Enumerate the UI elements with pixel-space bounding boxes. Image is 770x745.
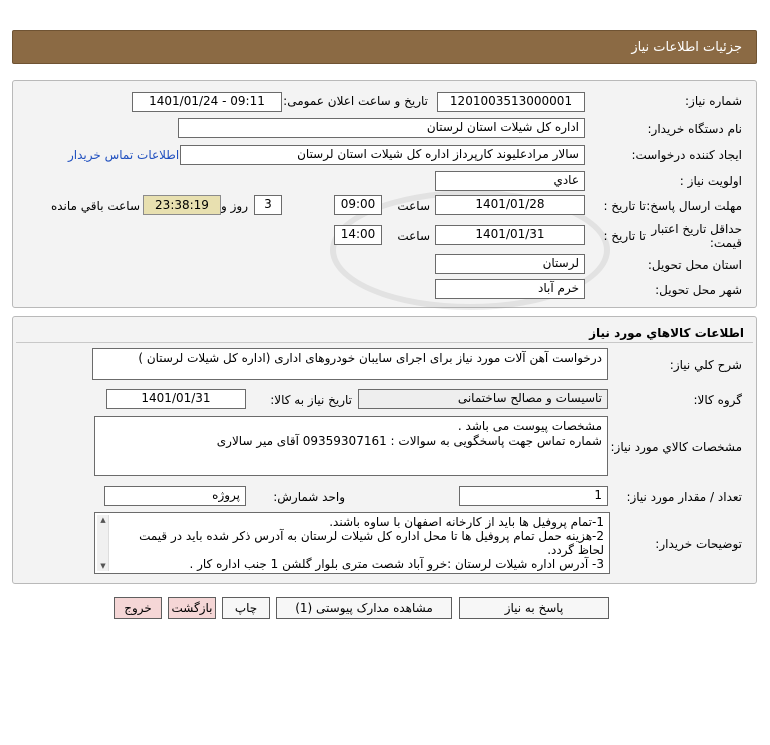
creator-field: سالار مرادعلیوند کارپرداز اداره کل شیلات… [180, 145, 585, 165]
print-button[interactable]: چاپ [222, 597, 270, 619]
days-field: 3 [254, 195, 282, 215]
reply-deadline-label: مهلت ارسال پاسخ: [646, 199, 742, 213]
announce-field: 1401/01/24 - 09:11 [132, 92, 282, 112]
validity-time-label: ساعت [397, 229, 430, 243]
price-validity-label: حداقل تاریخ اعتبار [651, 222, 742, 236]
city-label: شهر محل تحویل: [655, 283, 742, 297]
reply-time-field: 09:00 [334, 195, 382, 215]
quantity-field: 1 [459, 486, 608, 506]
summary-field: درخواست آهن آلات مورد نیاز برای اجرای سا… [92, 348, 608, 380]
priority-label: اولویت نیاز : [679, 174, 742, 188]
goods-section-title: اطلاعات کالاهاي مورد نياز [589, 326, 744, 340]
buyer-field: اداره کل شیلات استان لرستان [178, 118, 585, 138]
remaining-label: ساعت باقي مانده [50, 199, 140, 213]
notes-label: توضیحات خریدار: [655, 537, 742, 551]
specs-field: مشخصات پیوست می باشد . شماره تماس جهت پا… [94, 416, 608, 476]
scroll-down-icon[interactable]: ▼ [98, 561, 108, 571]
notes-scrollbar[interactable]: ▲ ▼ [97, 515, 109, 571]
notes-line-2: 2-هزینه حمل تمام پروفیل ها تا محل اداره … [139, 529, 604, 557]
exit-button[interactable]: خروج [114, 597, 162, 619]
announce-label: تاریخ و ساعت اعلان عمومی: [283, 94, 428, 108]
reply-to-date-label: تا تاریخ : [603, 199, 646, 213]
validity-date-field: 1401/01/31 [435, 225, 585, 245]
specs-label: مشخصات کالاي مورد نياز: [610, 440, 742, 454]
unit-label: واحد شمارش: [273, 490, 345, 504]
remaining-timer: 23:38:19 [143, 195, 221, 215]
province-label: استان محل تحویل: [647, 258, 742, 272]
reply-date-field: 1401/01/28 [435, 195, 585, 215]
validity-to-date-label: تا تاریخ : [603, 229, 646, 243]
group-label: گروه کالا: [693, 393, 743, 407]
creator-label: ایجاد کننده درخواست: [631, 148, 742, 162]
validity-time-field: 14:00 [334, 225, 382, 245]
group-field: تاسیسات و مصالح ساختمانی [358, 389, 608, 409]
need-date-field: 1401/01/31 [106, 389, 246, 409]
unit-field: پروژه [104, 486, 246, 506]
back-button[interactable]: بازگشت [168, 597, 216, 619]
province-field: لرستان [435, 254, 585, 274]
need-date-label: تاریخ نیاز به کالا: [270, 393, 352, 407]
goods-divider [16, 342, 753, 343]
priority-field: عادي [435, 171, 585, 191]
specs-line-1: مشخصات پیوست می باشد . [457, 419, 602, 433]
need-number-label: شماره نیاز: [685, 94, 742, 108]
scroll-up-icon[interactable]: ▲ [98, 515, 108, 525]
buyer-label: نام دستگاه خریدار: [647, 122, 743, 136]
city-field: خرم آباد [435, 279, 585, 299]
need-number-field: 1201003513000001 [437, 92, 585, 112]
specs-line-2: شماره تماس جهت پاسخگویی به سوالات : 0935… [216, 434, 602, 448]
page-title: جزئیات اطلاعات نیاز [631, 40, 742, 55]
notes-line-3: 3- آدرس اداره شیلات لرستان :خرو آباد شصت… [189, 557, 604, 571]
reply-time-label: ساعت [397, 199, 430, 213]
quantity-label: تعداد / مقدار مورد نیاز: [626, 490, 742, 504]
reply-button[interactable]: پاسخ به نیاز [459, 597, 609, 619]
attachments-button[interactable]: مشاهده مدارک پیوستی (1) [276, 597, 452, 619]
days-label: روز و [221, 199, 248, 213]
price-validity-label-2: قیمت: [709, 236, 742, 250]
notes-field: ▲ ▼ 1-تمام پروفیل ها باید از کارخانه اصف… [94, 512, 610, 574]
summary-label: شرح کلي نياز: [669, 358, 742, 372]
notes-line-1: 1-تمام پروفیل ها باید از کارخانه اصفهان … [329, 515, 604, 529]
page-header: جزئیات اطلاعات نیاز [12, 30, 757, 64]
buyer-contact-link[interactable]: اطلاعات تماس خریدار [68, 148, 179, 162]
